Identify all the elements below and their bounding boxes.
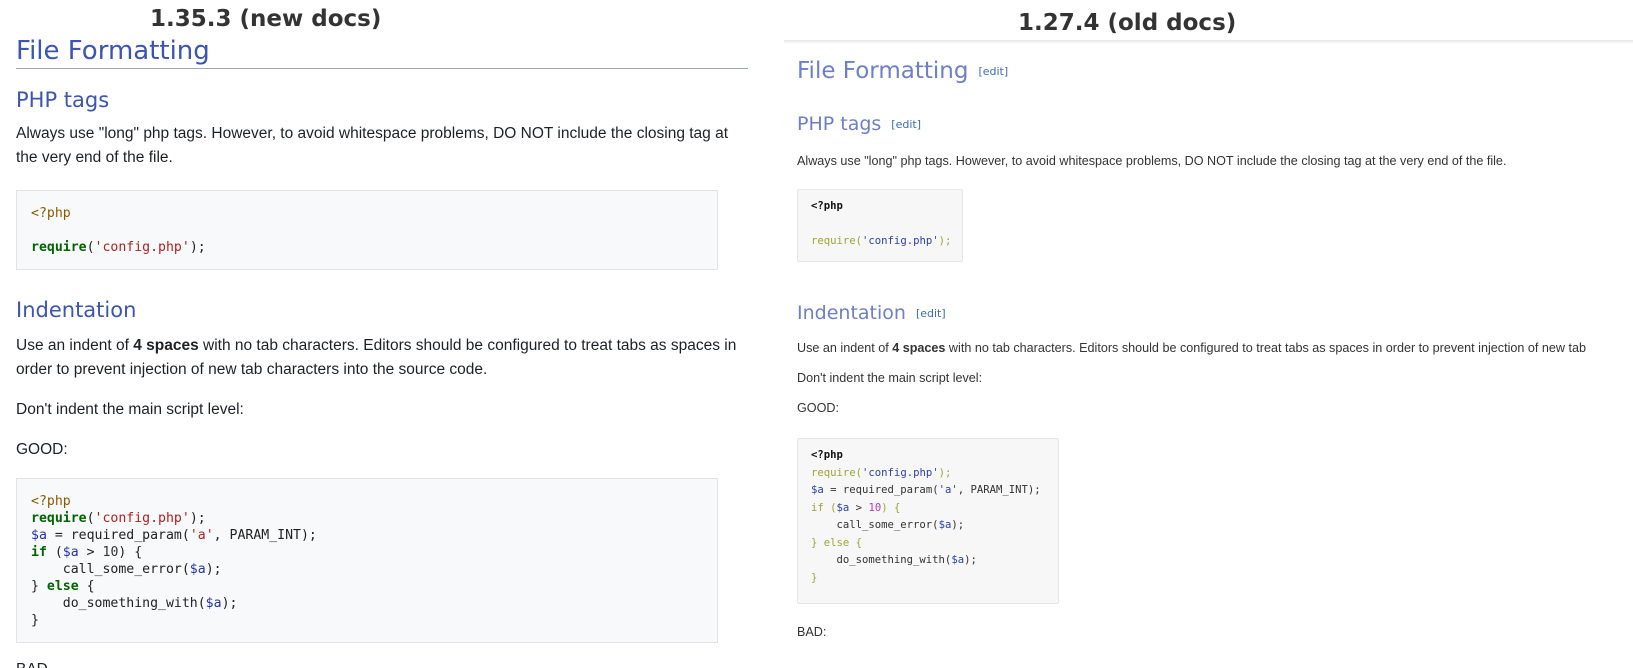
text-run: Use an indent of [16,337,134,354]
code-token: ); [205,562,222,577]
code-token: ( [46,545,63,560]
code-token: call_some_error( [811,519,939,531]
indentation-text-2: Don't indent the main script level: [16,401,244,418]
code-token: ); [221,596,238,611]
code-token: require [31,240,87,255]
code-token: ); [951,519,965,531]
section-heading-php-tags: PHP tags [edit] [797,113,921,135]
code-token: if [811,501,824,514]
indentation-text: Use an indent of 4 spaces with no tab ch… [16,334,748,382]
page-title: File Formatting [16,36,748,69]
php-tags-text: Always use "long" php tags. However, to … [797,154,1507,168]
code-token: ); [189,511,206,526]
code-token: $a [938,519,952,531]
code-token: $a [62,545,79,560]
code-token: = required_param( [46,528,190,543]
code-token: require [31,511,87,526]
code-token: 'config.php' [94,511,190,526]
indentation-code-block: <?php require ( 'config.php'); $a = requir… [797,438,1059,604]
code-token: do_something_with( [31,596,206,611]
good-label: GOOD: [797,401,839,415]
code-token: 'config.php' [862,235,939,247]
code-token: 'config.php' [862,466,939,479]
code-token: else [46,579,79,594]
edit-link[interactable]: [edit] [978,65,1008,78]
code-token: ) { [881,501,901,514]
code-token: $a [189,562,206,577]
code-token: } [811,536,824,549]
code-token: 10 [868,501,882,514]
code-token: } [811,571,818,584]
code-token: > [849,501,869,514]
code-token: } [31,613,39,628]
code-token: , PARAM_INT); [957,484,1041,496]
code-token: ); [938,235,952,247]
code-token: ) { [118,545,143,560]
code-token: require [811,235,856,247]
section-heading-indentation: Indentation [edit] [797,302,946,324]
code-token: $a [811,484,824,496]
text-run: with no tab characters. Editors should b… [945,341,1586,355]
code-token: ); [964,554,977,566]
bad-label: BAD: [797,625,827,639]
indentation-text: Use an indent of 4 spaces with no tab ch… [797,339,1586,357]
code-token: } [31,579,47,594]
page-title-text: File Formatting [797,58,969,84]
code-token: ); [938,466,952,479]
code-token: 10 [102,545,119,560]
code-token: <?php [31,494,71,509]
code-token: $a [31,528,47,543]
code-token: $a [836,501,850,514]
code-token: 'a' [189,528,214,543]
code-token: $a [951,554,965,566]
text-run: Use an indent of [797,341,893,355]
section-heading-text: Indentation [797,302,906,324]
code-token: require [811,466,856,479]
code-token: <?php [811,449,843,461]
section-heading-text: PHP tags [797,113,882,135]
code-token: if [31,545,47,560]
bad-label-partial: BAD [16,658,748,668]
php-tags-text: Always use "long" php tags. However, to … [16,125,729,166]
section-heading-php-tags: PHP tags [16,88,110,112]
php-tags-code-block: <?php require('config.php'); [797,189,963,262]
code-token: <?php [31,206,71,221]
indentation-text-2: Don't indent the main script level: [797,371,983,385]
code-token: do_something_with( [811,554,952,566]
top-shadow-divider [784,40,1633,44]
bold-text: 4 spaces [133,337,199,354]
new-docs-caption: 1.35.3 (new docs) [150,6,382,32]
new-docs-pane: 1.35.3 (new docs) File Formatting PHP ta… [0,0,752,668]
code-token: 'a' [938,484,958,496]
code-token: ( [86,511,95,526]
code-token: > [78,545,103,560]
code-token: $a [205,596,222,611]
old-docs-pane: 1.27.4 (old docs) File Formatting [edit] … [784,0,1633,668]
code-token: else [823,536,850,549]
section-heading-indentation: Indentation [16,298,137,322]
code-token: call_some_error( [31,562,190,577]
php-tags-code-block: <?php require('config.php'); [16,190,718,270]
code-token: ( [823,501,837,514]
code-token: = required_param( [823,484,939,496]
old-docs-caption: 1.27.4 (old docs) [1018,10,1237,36]
page-title: File Formatting [edit] [797,58,1008,84]
code-token: { [849,536,863,549]
code-token: ); [189,240,206,255]
indentation-code-block: <?php require('config.php'); $a = requir… [16,478,718,643]
code-token: { [78,579,95,594]
code-token: <?php [811,200,843,212]
good-label: GOOD: [16,441,68,458]
edit-link[interactable]: [edit] [891,118,921,131]
edit-link[interactable]: [edit] [916,307,946,320]
code-token: 'config.php' [94,240,190,255]
code-token: , PARAM_INT); [213,528,317,543]
bold-text: 4 spaces [892,341,946,355]
